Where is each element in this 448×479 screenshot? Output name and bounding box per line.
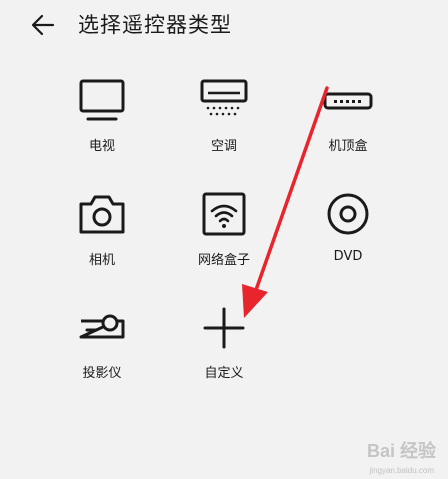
air-conditioner-icon [200, 79, 248, 116]
device-custom[interactable]: 自定义 [164, 305, 284, 405]
watermark-url: jingyan.baidu.com [369, 466, 434, 475]
device-label: 网络盒子 [197, 253, 250, 268]
device-air-conditioner[interactable]: 空调 [164, 78, 284, 178]
device-label: 投影仪 [82, 366, 122, 381]
device-network-box[interactable]: 网络盒子 [164, 192, 284, 292]
projector-icon [79, 314, 125, 339]
device-dvd[interactable]: DVD [288, 192, 408, 292]
dvd-icon [327, 193, 369, 235]
device-grid: 电视 空调 机顶盒 相机 网络盒子 DVD 投影仪 自定义 [0, 0, 448, 479]
device-label: 相机 [88, 253, 115, 268]
camera-icon [79, 195, 125, 234]
device-label: 空调 [210, 139, 237, 154]
device-projector[interactable]: 投影仪 [42, 305, 162, 405]
device-camera[interactable]: 相机 [42, 192, 162, 292]
set-top-box-icon [323, 92, 373, 110]
device-label: 电视 [88, 139, 115, 154]
device-label: 机顶盒 [328, 139, 368, 154]
device-set-top-box[interactable]: 机顶盒 [288, 78, 408, 178]
device-tv[interactable]: 电视 [42, 78, 162, 178]
device-label: 自定义 [204, 366, 244, 381]
device-label: DVD [333, 249, 363, 264]
network-box-icon [202, 192, 246, 236]
watermark-logo: Bai 经验 [366, 441, 436, 461]
tv-icon [79, 79, 125, 121]
plus-icon [203, 307, 245, 349]
